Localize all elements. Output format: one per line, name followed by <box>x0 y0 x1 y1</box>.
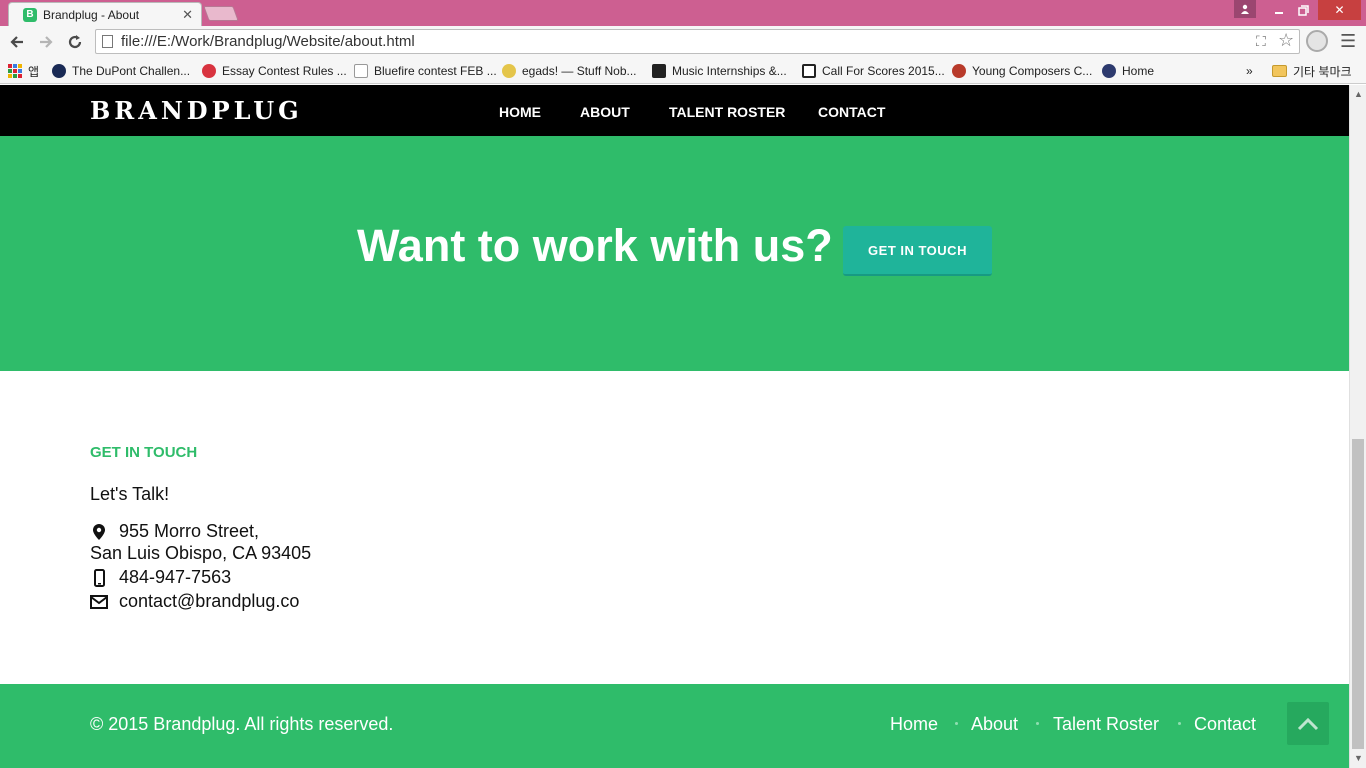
phone-line: 484-947-7563 <box>90 567 231 588</box>
footer-separator <box>1036 722 1039 725</box>
scroll-down-arrow-icon[interactable]: ▼ <box>1354 753 1363 763</box>
mobile-phone-icon <box>90 568 108 587</box>
bookmark-label: Young Composers C... <box>972 64 1093 78</box>
other-bookmarks-folder[interactable]: 기타 북마크 <box>1272 62 1352 80</box>
email-address[interactable]: contact@brandplug.co <box>119 591 299 612</box>
translate-icon[interactable]: ⛶ <box>1256 33 1266 50</box>
bookmark-label: Essay Contest Rules ... <box>222 64 347 78</box>
nav-talent-roster[interactable]: TALENT ROSTER <box>669 104 785 120</box>
flower-icon <box>202 64 216 78</box>
bookmark-dupont[interactable]: The DuPont Challen... <box>52 62 190 80</box>
star-badge-icon <box>52 64 66 78</box>
bookmark-essay-contest[interactable]: Essay Contest Rules ... <box>202 62 347 80</box>
chrome-menu-icon[interactable]: ☰ <box>1340 31 1356 52</box>
url-text[interactable]: file:///E:/Work/Brandplug/Website/about.… <box>121 33 415 50</box>
footer-link-about[interactable]: About <box>971 714 1018 735</box>
apps-icon <box>8 64 22 78</box>
footer-separator <box>1178 722 1181 725</box>
cta-heading: Want to work with us? <box>357 220 833 271</box>
footer-link-talent-roster[interactable]: Talent Roster <box>1053 714 1159 735</box>
envelope-icon <box>90 594 108 609</box>
bird-icon <box>952 64 966 78</box>
reload-icon[interactable] <box>63 30 87 54</box>
nav-about[interactable]: ABOUT <box>580 104 630 120</box>
site-navbar: BRANDPLUG HOME ABOUT TALENT ROSTER CONTA… <box>0 85 1349 136</box>
back-to-top-button[interactable] <box>1287 702 1329 745</box>
cta-section: Want to work with us? GET IN TOUCH <box>0 136 1349 371</box>
contact-heading: GET IN TOUCH <box>90 444 198 461</box>
copyright-text: © 2015 Brandplug. All rights reserved. <box>90 714 394 734</box>
address-line: 955 Morro Street, <box>90 521 259 542</box>
page-viewport: BRANDPLUG HOME ABOUT TALENT ROSTER CONTA… <box>0 85 1349 768</box>
user-profile-icon[interactable] <box>1234 0 1256 18</box>
bookmark-label: Music Internships &... <box>672 64 787 78</box>
forward-arrow-icon[interactable] <box>34 30 58 54</box>
back-arrow-icon[interactable] <box>5 30 29 54</box>
bookmark-label: Bluefire contest FEB ... <box>374 64 497 78</box>
footer-link-contact[interactable]: Contact <box>1194 714 1256 735</box>
page-icon <box>102 35 113 48</box>
footer-separator <box>955 722 958 725</box>
other-bookmarks-label: 기타 북마크 <box>1293 64 1352 79</box>
scrollbar-thumb[interactable] <box>1352 439 1364 749</box>
chart-icon <box>652 64 666 78</box>
brandplug-favicon-icon: B <box>23 7 37 22</box>
close-window-icon[interactable]: ✕ <box>1318 0 1361 20</box>
email-line: contact@brandplug.co <box>90 591 299 612</box>
contact-subheading: Let's Talk! <box>90 484 170 504</box>
browser-titlebar: B Brandplug - About ✕ ✕ <box>0 0 1366 26</box>
address-line1: 955 Morro Street, <box>119 521 260 541</box>
bookmark-label: The DuPont Challen... <box>72 64 191 78</box>
map-marker-icon <box>90 523 108 540</box>
address-bar[interactable]: file:///E:/Work/Brandplug/Website/about.… <box>95 29 1300 54</box>
browser-tab[interactable]: B Brandplug - About ✕ <box>8 2 202 26</box>
bookmark-label: Call For Scores 2015... <box>822 64 945 78</box>
bookmark-young-composers[interactable]: Young Composers C... <box>952 62 1092 80</box>
folder-icon <box>1272 65 1287 77</box>
extension-icon[interactable] <box>1306 30 1328 52</box>
chevron-up-icon <box>1297 717 1319 730</box>
minimize-window-icon[interactable] <box>1268 0 1290 20</box>
bar-icon <box>802 64 816 78</box>
page-scrollbar[interactable]: ▲ ▼ <box>1349 85 1366 768</box>
address-line2: San Luis Obispo, CA 93405 <box>90 543 312 563</box>
bookmark-label: Home <box>1122 64 1155 78</box>
page-icon <box>354 64 368 78</box>
bookmarks-overflow-button[interactable]: » <box>1246 62 1253 80</box>
bookmark-bluefire[interactable]: Bluefire contest FEB ... <box>354 62 497 80</box>
globe-icon <box>1102 64 1116 78</box>
bookmark-star-icon[interactable]: ☆ <box>1278 30 1294 51</box>
browser-toolbar: file:///E:/Work/Brandplug/Website/about.… <box>0 26 1366 58</box>
footer-link-home[interactable]: Home <box>890 714 938 735</box>
bookmark-egads[interactable]: egads! — Stuff Nob... <box>502 62 637 80</box>
bookmark-music-internships[interactable]: Music Internships &... <box>652 62 787 80</box>
site-footer: © 2015 Brandplug. All rights reserved. H… <box>0 684 1349 768</box>
bookmark-call-for-scores[interactable]: Call For Scores 2015... <box>802 62 945 80</box>
restore-window-icon[interactable] <box>1292 0 1314 20</box>
bookmark-home[interactable]: Home <box>1102 62 1154 80</box>
tab-title: Brandplug - About <box>43 7 140 22</box>
get-in-touch-button[interactable]: GET IN TOUCH <box>843 226 992 276</box>
tab-close-icon[interactable]: ✕ <box>182 7 193 23</box>
nav-home[interactable]: HOME <box>499 104 541 120</box>
nav-contact[interactable]: CONTACT <box>818 104 885 120</box>
scroll-up-arrow-icon[interactable]: ▲ <box>1354 89 1363 99</box>
new-tab-button[interactable] <box>203 6 239 21</box>
contact-section: GET IN TOUCH Let's Talk! 955 Morro Stree… <box>0 371 1349 684</box>
site-logo[interactable]: BRANDPLUG <box>90 96 303 125</box>
bookmarks-bar: 앱 The DuPont Challen... Essay Contest Ru… <box>0 58 1366 84</box>
face-icon <box>502 64 516 78</box>
bookmark-label: 앱 <box>28 64 40 79</box>
bookmark-apps[interactable]: 앱 <box>8 62 39 80</box>
phone-number: 484-947-7563 <box>119 567 232 587</box>
bookmark-label: egads! — Stuff Nob... <box>522 64 637 78</box>
